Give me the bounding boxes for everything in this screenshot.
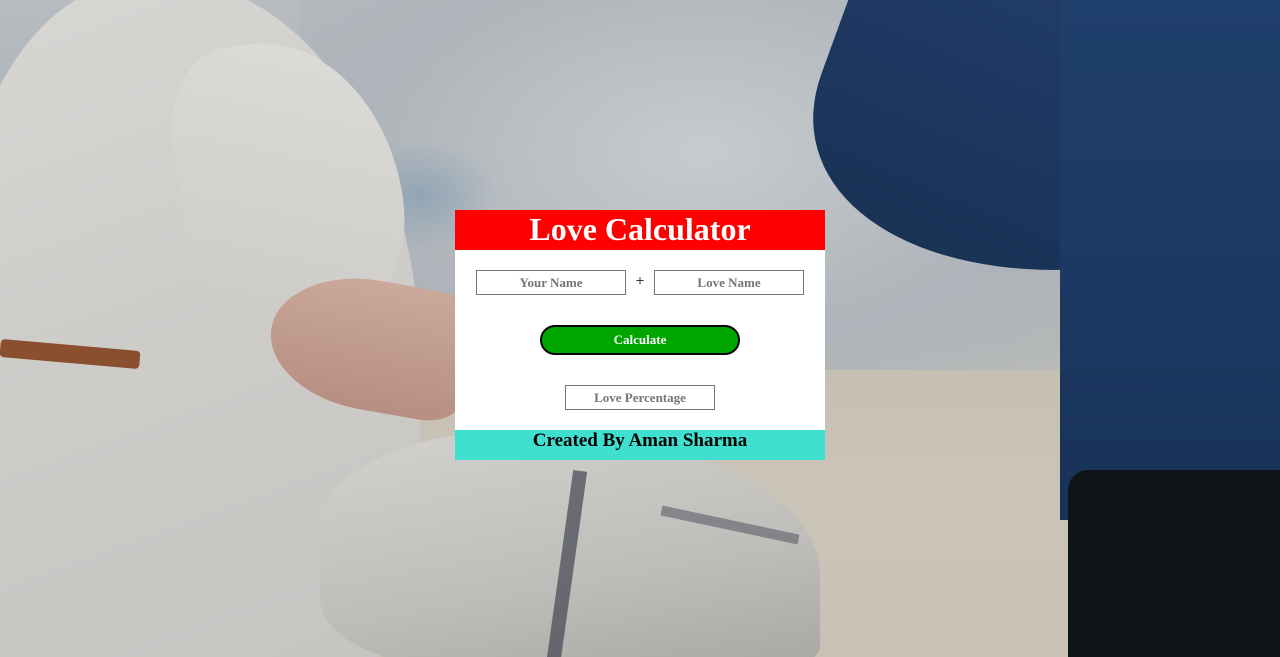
page-title: Love Calculator [455, 210, 825, 250]
calculate-button[interactable]: Calculate [540, 325, 740, 355]
names-row: + [455, 270, 825, 295]
credit-footer: Created By Aman Sharma [455, 430, 825, 460]
love-calculator-card: Love Calculator + Calculate Created By A… [455, 210, 825, 460]
your-name-input[interactable] [476, 270, 626, 295]
love-name-input[interactable] [654, 270, 804, 295]
man-pants [1068, 470, 1280, 657]
man-body [1060, 0, 1280, 520]
plus-sign: + [635, 273, 645, 290]
love-percentage-field[interactable] [565, 385, 715, 410]
